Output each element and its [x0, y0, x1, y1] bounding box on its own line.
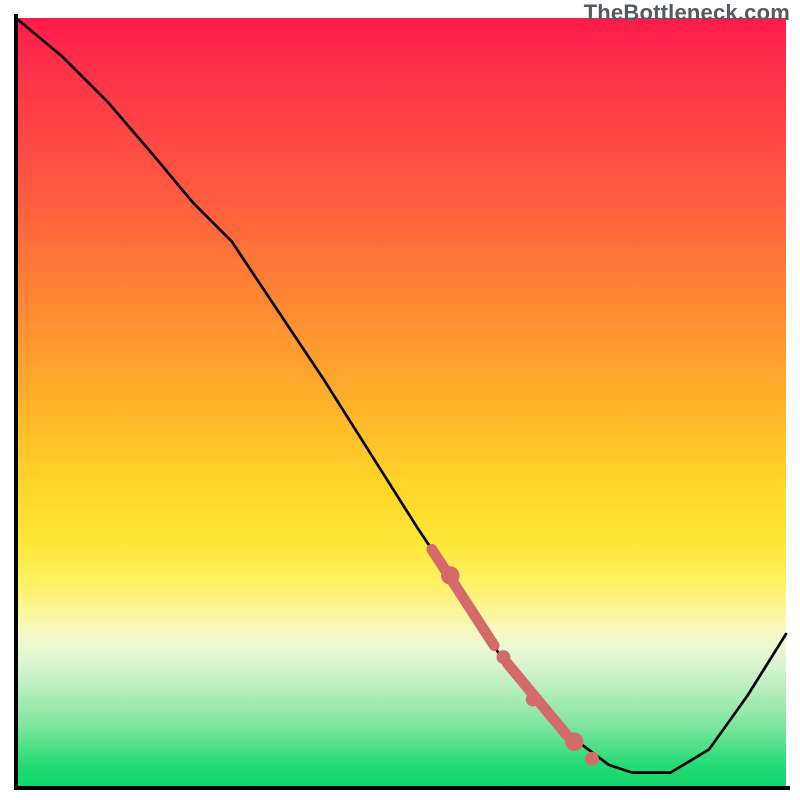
data-marker	[496, 650, 510, 664]
x-axis-line	[14, 786, 790, 790]
data-marker	[441, 566, 459, 584]
data-marker	[526, 693, 540, 707]
thick-segment	[432, 549, 494, 645]
watermark-text: TheBottleneck.com	[584, 0, 790, 26]
y-axis-line	[14, 14, 18, 790]
data-marker	[565, 733, 583, 751]
chart-stage: TheBottleneck.com	[0, 0, 800, 800]
curve-layer	[16, 18, 786, 788]
data-marker	[585, 752, 599, 766]
bottleneck-curve	[16, 18, 786, 773]
